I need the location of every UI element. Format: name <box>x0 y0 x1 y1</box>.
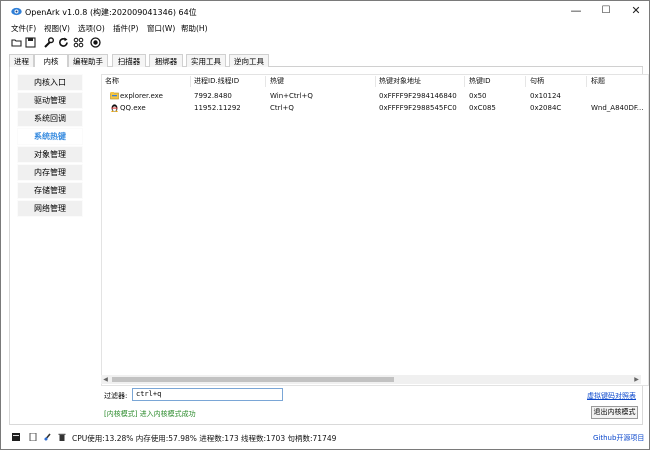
tab-coding-helper[interactable]: 编程助手 <box>68 54 108 67</box>
column-separator[interactable] <box>375 76 376 87</box>
cell-name: QQ.exe <box>120 104 146 112</box>
minimize-button[interactable]: — <box>561 1 591 21</box>
column-header-pid-tid[interactable]: 进程ID.线程ID <box>194 75 239 87</box>
open-folder-icon[interactable] <box>11 37 22 48</box>
menu-help[interactable]: 帮助(H) <box>181 23 208 35</box>
close-button[interactable]: ✕ <box>621 1 649 21</box>
target-icon[interactable] <box>90 37 101 48</box>
cell-pid-tid: 7992.8480 <box>194 92 232 100</box>
column-header-object-address[interactable]: 热键对象地址 <box>379 75 421 87</box>
maximize-button[interactable]: ☐ <box>591 1 621 21</box>
sidebar-item-driver-manager[interactable]: 驱动管理 <box>17 92 83 109</box>
table-row[interactable]: QQ.exe 11952.11292 Ctrl+Q 0xFFFF9F298854… <box>102 103 648 113</box>
trash-icon[interactable] <box>58 433 66 441</box>
toolbar <box>9 37 129 50</box>
menu-view[interactable]: 视图(V) <box>44 23 70 35</box>
cell-handle: 0x2084C <box>530 104 562 112</box>
column-header-hotkey-id[interactable]: 热键ID <box>469 75 490 87</box>
console-icon[interactable] <box>12 433 20 441</box>
kernel-mode-status: [内核模式] 进入内核模式成功 <box>104 410 196 418</box>
cell-hotkey-id: 0x50 <box>469 92 487 100</box>
status-bar: CPU使用:13.28% 内存使用:57.98% 进程数:173 线程数:170… <box>1 430 649 444</box>
sidebar-item-memory-manager[interactable]: 内存管理 <box>17 164 83 181</box>
cell-handle: 0x10124 <box>530 92 561 100</box>
main-tabs: 进程 内核 编程助手 扫描器 捆绑器 实用工具 逆向工具 <box>9 54 643 68</box>
document-icon[interactable] <box>29 433 37 441</box>
scroll-right-icon[interactable]: ▶ <box>632 375 641 384</box>
tab-process[interactable]: 进程 <box>9 54 34 67</box>
tab-reverse-tools[interactable]: 逆向工具 <box>229 54 269 67</box>
save-icon[interactable] <box>25 37 36 48</box>
cell-title: Wnd_A840DF... <box>591 104 644 112</box>
sidebar-item-object-manager[interactable]: 对象管理 <box>17 146 83 163</box>
virtual-keycode-link[interactable]: 虚拟键码对照表 <box>587 391 636 401</box>
filter-label: 过滤器: <box>104 392 128 400</box>
menu-window[interactable]: 窗口(W) <box>147 23 175 35</box>
table-horizontal-scrollbar[interactable]: ◀ ▶ <box>101 375 641 384</box>
title-bar: OpenArk v1.0.8 (构建:202009041346) 64位 — ☐… <box>1 1 649 23</box>
exit-kernel-mode-button[interactable]: 退出内核模式 <box>591 406 638 419</box>
column-header-title[interactable]: 标题 <box>591 75 605 87</box>
menu-options[interactable]: 选项(O) <box>78 23 105 35</box>
sidebar-item-system-callbacks[interactable]: 系统回调 <box>17 110 83 127</box>
column-separator[interactable] <box>525 76 526 87</box>
cell-hotkey: Ctrl+Q <box>270 104 294 112</box>
wrench-icon[interactable] <box>43 37 54 48</box>
scroll-left-icon[interactable]: ◀ <box>101 375 110 384</box>
cell-name: explorer.exe <box>120 92 163 100</box>
qq-penguin-icon <box>111 104 118 112</box>
tab-bundler[interactable]: 捆绑器 <box>149 54 183 67</box>
github-project-link[interactable]: Github开源项目 <box>593 433 644 443</box>
sort-caret-icon: ^ <box>150 74 156 78</box>
cell-pid-tid: 11952.11292 <box>194 104 241 112</box>
explorer-folder-icon <box>110 92 119 100</box>
tab-scanner[interactable]: 扫描器 <box>112 54 146 67</box>
menu-file[interactable]: 文件(F) <box>11 23 36 35</box>
sidebar-item-storage-manager[interactable]: 存储管理 <box>17 182 83 199</box>
menu-bar: 文件(F) 视图(V) 选项(O) 插件(P) 窗口(W) 帮助(H) <box>1 23 649 35</box>
scrollbar-thumb[interactable] <box>112 377 394 382</box>
cell-object-address: 0xFFFF9F2988545FC0 <box>379 104 457 112</box>
column-header-hotkey[interactable]: 热键 <box>270 75 284 87</box>
table-row[interactable]: explorer.exe 7992.8480 Win+Ctrl+Q 0xFFFF… <box>102 91 648 101</box>
cell-hotkey-id: 0xC085 <box>469 104 496 112</box>
cell-hotkey: Win+Ctrl+Q <box>270 92 313 100</box>
cell-object-address: 0xFFFF9F2984146840 <box>379 92 457 100</box>
sidebar-item-system-hotkeys[interactable]: 系统热键 <box>17 128 83 145</box>
system-stats: CPU使用:13.28% 内存使用:57.98% 进程数:173 线程数:170… <box>72 434 337 443</box>
tab-utilities[interactable]: 实用工具 <box>186 54 226 67</box>
column-separator[interactable] <box>586 76 587 87</box>
sidebar-item-kernel-entry[interactable]: 内核入口 <box>17 74 83 91</box>
column-header-name[interactable]: 名称 <box>105 75 119 87</box>
openark-window: OpenArk v1.0.8 (构建:202009041346) 64位 — ☐… <box>0 0 650 450</box>
sidebar-item-network-manager[interactable]: 网络管理 <box>17 200 83 217</box>
menu-plugins[interactable]: 插件(P) <box>113 23 138 35</box>
column-separator[interactable] <box>464 76 465 87</box>
tab-kernel[interactable]: 内核 <box>34 54 68 68</box>
column-header-handle[interactable]: 句柄 <box>530 75 544 87</box>
filter-input[interactable]: ctrl+q <box>132 388 283 401</box>
openark-eye-icon <box>11 7 22 16</box>
window-title: OpenArk v1.0.8 (构建:202009041346) 64位 <box>25 8 197 17</box>
column-separator[interactable] <box>190 76 191 87</box>
hotkey-table: 名称 ^ 进程ID.线程ID 热键 热键对象地址 热键ID 句柄 标题 expl… <box>101 74 649 386</box>
grid-icon[interactable] <box>73 37 84 48</box>
brush-icon[interactable] <box>44 433 52 441</box>
column-separator[interactable] <box>265 76 266 87</box>
refresh-icon[interactable] <box>58 37 69 48</box>
